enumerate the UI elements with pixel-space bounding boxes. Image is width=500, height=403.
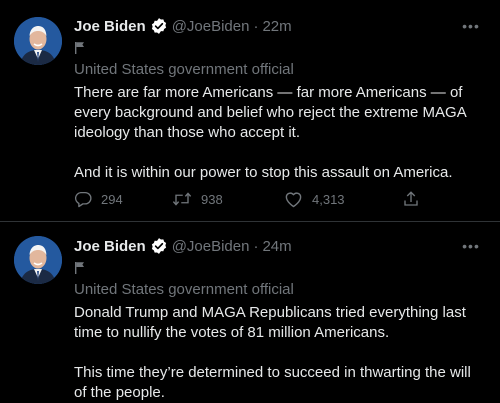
government-official-label: United States government official [74, 61, 294, 78]
author-handle[interactable]: @JoeBiden [172, 18, 250, 35]
tweet-timestamp[interactable]: 24m [262, 238, 291, 255]
tweet-text: There are far more Americans — far more … [74, 84, 466, 181]
government-flag-icon [74, 41, 86, 59]
author-name[interactable]: Joe Biden [74, 18, 146, 35]
share-icon [402, 190, 420, 208]
government-label-flag [74, 260, 486, 280]
tweet[interactable]: Joe Biden @JoeBiden · 24m ••• United Sta… [0, 222, 500, 403]
more-options-icon[interactable]: ••• [456, 14, 486, 38]
retweet-icon [172, 190, 192, 208]
tweet-timestamp[interactable]: 22m [262, 18, 291, 35]
tweet-actions: 294 938 4,313 [74, 187, 424, 211]
tweet[interactable]: Joe Biden @JoeBiden · 22m ••• United Sta… [0, 0, 500, 222]
avatar[interactable] [14, 17, 62, 65]
tweet-content: Joe Biden @JoeBiden · 24m ••• United Sta… [74, 234, 486, 403]
reply-icon [74, 190, 92, 208]
verified-badge-icon [150, 17, 168, 35]
separator-dot: · [253, 237, 259, 255]
tweet-content: Joe Biden @JoeBiden · 22m ••• United Sta… [74, 14, 486, 183]
tweet-text: Donald Trump and MAGA Republicans tried … [74, 304, 471, 401]
author-handle[interactable]: @JoeBiden [172, 238, 250, 255]
government-flag-icon [74, 261, 86, 279]
like-button[interactable]: 4,313 [284, 190, 402, 208]
verified-badge-icon [150, 237, 168, 255]
government-label-flag [74, 40, 486, 60]
like-count: 4,313 [312, 191, 345, 207]
more-options-icon[interactable]: ••• [456, 234, 486, 258]
government-official-label: United States government official [74, 281, 294, 298]
tweet-header: Joe Biden @JoeBiden · 24m [74, 234, 486, 258]
like-icon [284, 190, 303, 208]
tweet-header: Joe Biden @JoeBiden · 22m [74, 14, 486, 38]
reply-button[interactable]: 294 [74, 190, 172, 208]
avatar[interactable] [14, 236, 62, 284]
author-name[interactable]: Joe Biden [74, 238, 146, 255]
retweet-button[interactable]: 938 [172, 190, 284, 208]
retweet-count: 938 [201, 191, 223, 207]
share-button[interactable] [402, 190, 420, 208]
separator-dot: · [253, 17, 259, 35]
reply-count: 294 [101, 191, 123, 207]
